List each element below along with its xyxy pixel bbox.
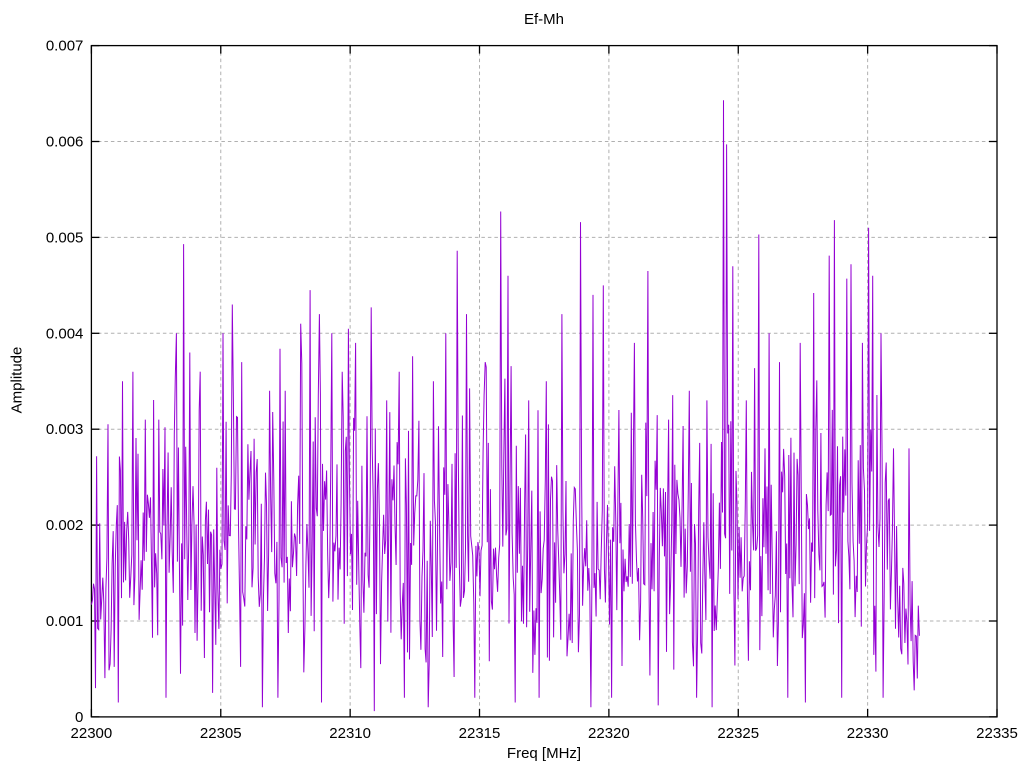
- y-tick-labels: 0 0.001 0.002 0.003 0.004 0.005 0.006 0.007: [46, 38, 84, 726]
- x-tick-label: 22305: [200, 725, 242, 742]
- y-tick-label: 0.007: [46, 38, 84, 55]
- y-tick-label: 0.002: [46, 517, 84, 534]
- x-tick-label: 22315: [459, 725, 501, 742]
- x-axis-title: Freq [MHz]: [506, 745, 582, 762]
- spectrum-chart: Ef-Mh Amplitude 22300 22305 22310 22315 2232…: [0, 0, 1024, 768]
- y-tick-label: 0.005: [46, 229, 84, 246]
- x-tick-labels: 22300 22305 22310 22315 22320 22325 22330 22335: [71, 725, 1018, 742]
- x-tick-label: 22320: [588, 725, 630, 742]
- y-tick-label: 0.001: [46, 613, 84, 630]
- data-trace: [90, 100, 920, 712]
- y-tick-label: 0.004: [46, 325, 84, 342]
- x-tick-label: 22300: [71, 725, 113, 742]
- x-tick-label: 22335: [976, 725, 1018, 742]
- x-tick-label: 22330: [847, 725, 889, 742]
- x-tick-label: 22325: [717, 725, 759, 742]
- y-tick-label: 0.006: [46, 134, 84, 151]
- y-tick-label: 0: [75, 709, 83, 726]
- plot-area: 22300 22305 22310 22315 22320 22325 22330 22335…: [46, 38, 1018, 742]
- y-tick-label: 0.003: [46, 421, 84, 438]
- x-tick-label: 22310: [329, 725, 371, 742]
